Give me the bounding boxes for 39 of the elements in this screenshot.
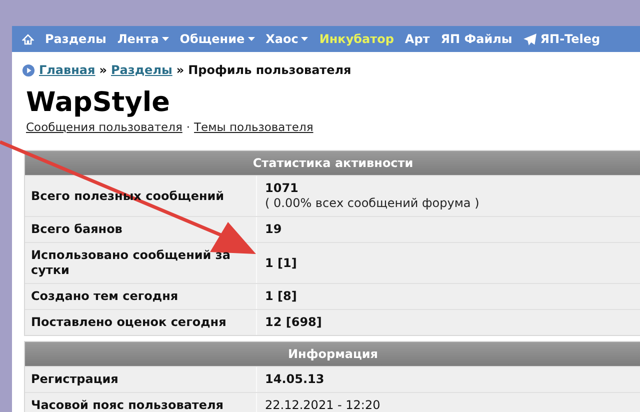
stat-value: 12 [698] xyxy=(265,315,323,330)
section-header: Информация xyxy=(25,342,640,366)
caret-icon xyxy=(248,37,255,41)
breadcrumb-separator: » xyxy=(99,62,107,79)
stat-value: 22.12.2021 - 12:20 xyxy=(265,398,382,412)
stat-note: ( 0.00% всех сообщений форума ) xyxy=(265,196,480,212)
nav-link[interactable]: ЯП-Teleg xyxy=(523,30,600,48)
home-icon[interactable] xyxy=(22,34,34,44)
paper-plane-icon xyxy=(523,32,538,46)
stat-value: 19 xyxy=(265,222,283,238)
stat-label: Регистрация xyxy=(31,372,118,388)
stat-label: Всего баянов xyxy=(31,222,122,238)
breadcrumb-link[interactable]: Разделы xyxy=(111,61,172,79)
caret-icon xyxy=(301,37,308,41)
profile-link[interactable]: Темы пользователя xyxy=(194,119,314,136)
stat-label: Поставлено оценок сегодня xyxy=(31,315,226,330)
caret-icon xyxy=(162,37,169,41)
stat-value: 14.05.13 xyxy=(265,372,326,388)
username-title: WapStyle xyxy=(26,87,171,119)
nav-link[interactable]: Арт xyxy=(404,30,430,48)
stat-label: Часовой пояс пользователя xyxy=(31,398,224,412)
nav-link[interactable]: Разделы xyxy=(45,30,106,48)
section-header: Статистика активности xyxy=(25,151,640,176)
stat-value: 1071 xyxy=(265,181,300,196)
nav-link[interactable]: ЯП Файлы xyxy=(440,30,512,48)
play-circle-icon xyxy=(22,64,35,76)
stat-value: 1 [1] xyxy=(265,256,298,271)
breadcrumb-separator: » xyxy=(176,62,184,79)
profile-link[interactable]: Сообщения пользователя xyxy=(26,119,182,136)
nav-link[interactable]: Инкубатор xyxy=(319,30,394,48)
nav-link[interactable]: Общение xyxy=(180,30,255,48)
stat-label: Использовано сообщений за сутки xyxy=(31,248,232,278)
breadcrumb-link[interactable]: Главная xyxy=(39,61,96,79)
nav-link[interactable]: Хаос xyxy=(266,30,308,48)
stat-value: 1 [8] xyxy=(265,289,298,304)
link-separator: · xyxy=(186,119,190,136)
stat-label: Создано тем сегодня xyxy=(31,289,178,304)
nav-link[interactable]: Лента xyxy=(117,30,169,48)
breadcrumb-current: Профиль пользователя xyxy=(188,62,352,79)
